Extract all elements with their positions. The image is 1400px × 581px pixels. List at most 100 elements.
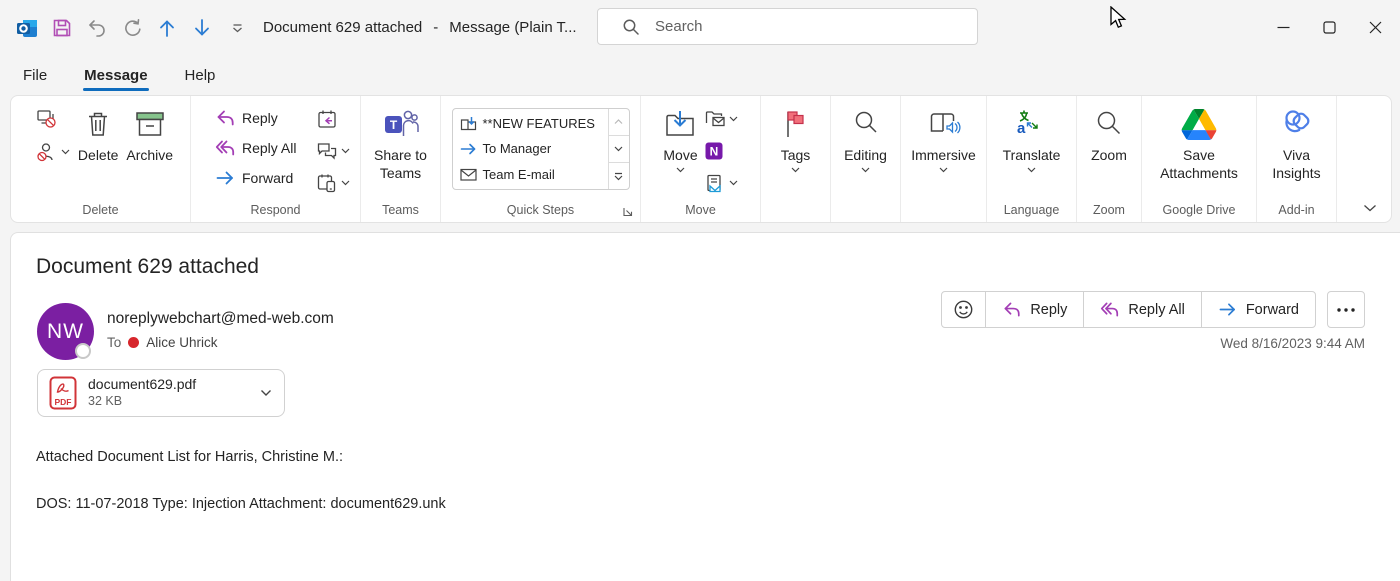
window-title: Document 629 attached - Message (Plain T… (263, 0, 577, 55)
share-to-teams-button[interactable]: T Share to Teams (364, 96, 438, 197)
ribbon-group-teams: T Share to Teams Teams (361, 96, 441, 222)
reply-options-button[interactable] (316, 170, 350, 196)
undo-button[interactable] (84, 15, 110, 41)
calendar-phone-icon (316, 172, 338, 194)
quick-step-to-manager[interactable]: To Manager (460, 141, 608, 156)
ignore-button[interactable] (34, 106, 70, 132)
forward-button[interactable]: Forward (211, 163, 300, 192)
tags-button[interactable]: Tags (781, 96, 811, 197)
attachment-chip[interactable]: PDF document629.pdf 32 KB (37, 369, 285, 417)
reply-button[interactable]: Reply (211, 103, 300, 132)
search-input[interactable] (655, 18, 935, 35)
quick-steps-dialog-launcher-icon[interactable] (622, 206, 633, 217)
collapse-ribbon-button[interactable] (1363, 204, 1377, 212)
tags-button-label: Tags (781, 146, 811, 164)
message-actions-button[interactable] (704, 170, 738, 196)
move-button[interactable]: Move (663, 96, 697, 197)
more-actions-button[interactable] (1327, 291, 1365, 328)
window-title-separator: - (433, 19, 438, 36)
magnifier-icon (852, 105, 880, 143)
rules-button[interactable] (704, 106, 738, 132)
quick-steps-scroll-down[interactable] (609, 136, 629, 163)
group-label-editing-empty (831, 197, 900, 222)
group-label-teams: Teams (361, 197, 440, 222)
move-folder-icon (664, 105, 696, 143)
tab-help[interactable]: Help (184, 60, 217, 91)
ribbon-tab-row: File Message Help (0, 55, 216, 95)
chevron-down-icon (729, 180, 738, 186)
zoom-button[interactable]: Zoom (1091, 96, 1127, 197)
respond-button-group: Reply Reply All Forward (941, 291, 1316, 328)
immersive-button[interactable]: Immersive (911, 96, 976, 197)
save-attachments-button[interactable]: Save Attachments (1147, 96, 1251, 197)
reply-with-im-button[interactable] (316, 138, 350, 164)
ribbon-tail (1337, 96, 1391, 222)
teams-icon: T (383, 105, 419, 143)
chevron-down-icon (939, 167, 948, 173)
tab-message[interactable]: Message (83, 60, 148, 91)
to-label: To (107, 335, 121, 350)
share-to-teams-label: Share to Teams (364, 146, 438, 182)
ribbon-group-google-drive: Save Attachments Google Drive (1142, 96, 1257, 222)
reply-all-button[interactable]: Reply All (211, 133, 300, 162)
pdf-file-icon: PDF (49, 376, 77, 410)
svg-text:PDF: PDF (55, 397, 72, 407)
save-button[interactable] (49, 15, 75, 41)
next-item-button[interactable] (189, 15, 215, 41)
chevron-down-icon (861, 167, 870, 173)
quick-steps-scroll-up[interactable] (609, 109, 629, 136)
archive-icon (133, 105, 167, 143)
actions-envelope-icon (704, 173, 726, 193)
sender-email[interactable]: noreplywebchart@med-web.com (107, 310, 334, 328)
ribbon-group-respond: Reply Reply All Forward (191, 96, 361, 222)
tab-file[interactable]: File (22, 60, 48, 91)
attachment-dropdown-chevron-icon[interactable] (260, 389, 272, 397)
ribbon-group-addin: Viva Insights Add-in (1257, 96, 1337, 222)
message-subject: Document 629 attached (36, 255, 259, 279)
ribbon-group-zoom: Zoom Zoom (1077, 96, 1142, 222)
ribbon-group-editing: Editing (831, 96, 901, 222)
window-controls (1260, 0, 1398, 55)
reactions-button[interactable] (942, 292, 985, 327)
editing-button[interactable]: Editing (844, 96, 887, 197)
forward-icon (1218, 301, 1237, 318)
search-box[interactable] (597, 8, 978, 45)
quick-steps-more-button[interactable] (609, 163, 629, 189)
message-timestamp: Wed 8/16/2023 9:44 AM (1220, 336, 1365, 351)
reply-all-action-button[interactable]: Reply All (1083, 292, 1200, 327)
viva-insights-button[interactable]: Viva Insights (1261, 96, 1333, 197)
move-to-folder-icon (460, 116, 477, 131)
redo-button[interactable] (119, 15, 145, 41)
customize-qat-chevron-icon[interactable] (224, 15, 250, 41)
translate-icon: a (1016, 105, 1048, 143)
previous-item-button[interactable] (154, 15, 180, 41)
ribbon-group-quick-steps: **NEW FEATURES To Manager (441, 96, 641, 222)
window-title-subject: Document 629 attached (263, 19, 422, 36)
quick-step-team-email[interactable]: Team E-mail (460, 167, 608, 182)
close-button[interactable] (1352, 0, 1398, 55)
meeting-button[interactable] (316, 106, 350, 132)
attachment-name: document629.pdf (88, 376, 196, 394)
group-label-addin: Add-in (1257, 197, 1336, 222)
recipient-name[interactable]: Alice Uhrick (146, 335, 217, 350)
recipient-line: To Alice Uhrick (107, 335, 218, 350)
immersive-reader-icon (927, 105, 961, 143)
minimize-button[interactable] (1260, 0, 1306, 55)
archive-button[interactable]: Archive (126, 96, 173, 197)
group-label-immersive-empty (901, 197, 986, 222)
block-sender-button[interactable] (34, 139, 70, 165)
onenote-button[interactable]: N (704, 138, 738, 164)
trash-icon (84, 105, 112, 143)
delete-button[interactable]: Delete (78, 96, 118, 197)
flag-icon (782, 105, 808, 143)
forward-action-button[interactable]: Forward (1201, 292, 1315, 327)
ellipsis-icon (1337, 308, 1355, 312)
reply-action-button[interactable]: Reply (985, 292, 1083, 327)
chevron-down-icon (676, 167, 685, 173)
reply-action-label: Reply (1030, 302, 1067, 318)
forward-button-label: Forward (242, 170, 293, 186)
arrow-right-icon (460, 143, 477, 155)
translate-button[interactable]: a Translate (1003, 96, 1061, 197)
quick-step-new-features[interactable]: **NEW FEATURES (460, 116, 608, 131)
maximize-button[interactable] (1306, 0, 1352, 55)
